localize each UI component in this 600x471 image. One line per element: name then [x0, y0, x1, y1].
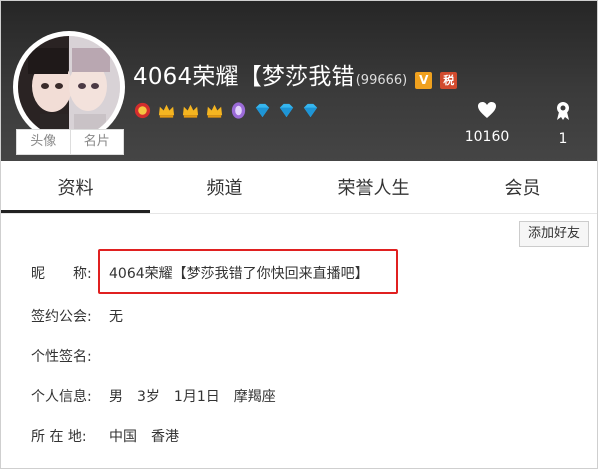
guild-value: 无 [109, 309, 123, 325]
avatar-image [18, 36, 120, 138]
avatar[interactable] [18, 36, 120, 138]
card-tab[interactable]: 名片 [71, 130, 124, 154]
diamond-icon[interactable] [277, 101, 296, 120]
likes-count: 10160 [464, 129, 510, 145]
crown-icon[interactable] [205, 101, 224, 120]
avatar-tab[interactable]: 头像 [17, 130, 71, 154]
likes-stat[interactable]: 10160 [457, 101, 517, 145]
tab-profile[interactable]: 资料 [1, 167, 150, 213]
location-value: 中国 香港 [109, 429, 179, 445]
nickname-label: 昵 称: [31, 266, 92, 282]
heart-icon [478, 102, 496, 118]
diamond-icon[interactable] [301, 101, 320, 120]
personal-info-value: 男 3岁 1月1日 摩羯座 [109, 389, 276, 405]
tab-membership[interactable]: 会员 [448, 167, 597, 213]
location-label: 所 在 地: [31, 429, 87, 445]
user-name-row: 4064荣耀【梦莎我错 (99666) V 税 [133, 57, 458, 91]
user-name: 4064荣耀【梦莎我错 [133, 64, 355, 90]
rank-stat[interactable]: 1 [533, 101, 593, 147]
tab-channel[interactable]: 频道 [150, 167, 299, 213]
signature-row: 个性签名: [31, 346, 109, 366]
location-row: 所 在 地: 中国 香港 [31, 426, 179, 446]
guild-label: 签约公会: [31, 309, 92, 325]
user-id: (99666) [355, 73, 408, 88]
avatar-card-switch: 头像 名片 [16, 129, 124, 155]
red-medal-icon[interactable] [133, 101, 152, 120]
tab-honors[interactable]: 荣誉人生 [299, 167, 448, 213]
crown-icon[interactable] [181, 101, 200, 120]
diamond-icon[interactable] [253, 101, 272, 120]
nickname-value: 4064荣耀【梦莎我错了你快回来直播吧】 [109, 266, 369, 282]
medal-list [133, 101, 320, 120]
tax-badge-icon: 税 [440, 72, 458, 89]
crown-icon[interactable] [157, 101, 176, 120]
profile-header: 头像 名片 4064荣耀【梦莎我错 (99666) V 税 10160 1 [1, 1, 597, 161]
nickname-row: 昵 称: 4064荣耀【梦莎我错了你快回来直播吧】 [31, 263, 369, 283]
guild-row: 签约公会: 无 [31, 306, 123, 326]
personal-info-row: 个人信息: 男 3岁 1月1日 摩羯座 [31, 386, 276, 406]
signature-label: 个性签名: [31, 349, 92, 365]
rank-count: 1 [558, 131, 568, 147]
award-icon [557, 102, 569, 120]
personal-info-label: 个人信息: [31, 389, 92, 405]
avatar-ring [13, 31, 125, 143]
vip-badge-icon: V [415, 72, 433, 89]
add-friend-button[interactable]: 添加好友 [519, 221, 589, 247]
profile-window: 头像 名片 4064荣耀【梦莎我错 (99666) V 税 10160 1 资料… [0, 0, 598, 469]
profile-tabs: 资料 频道 荣誉人生 会员 [1, 167, 597, 214]
purple-gem-icon[interactable] [229, 101, 248, 120]
